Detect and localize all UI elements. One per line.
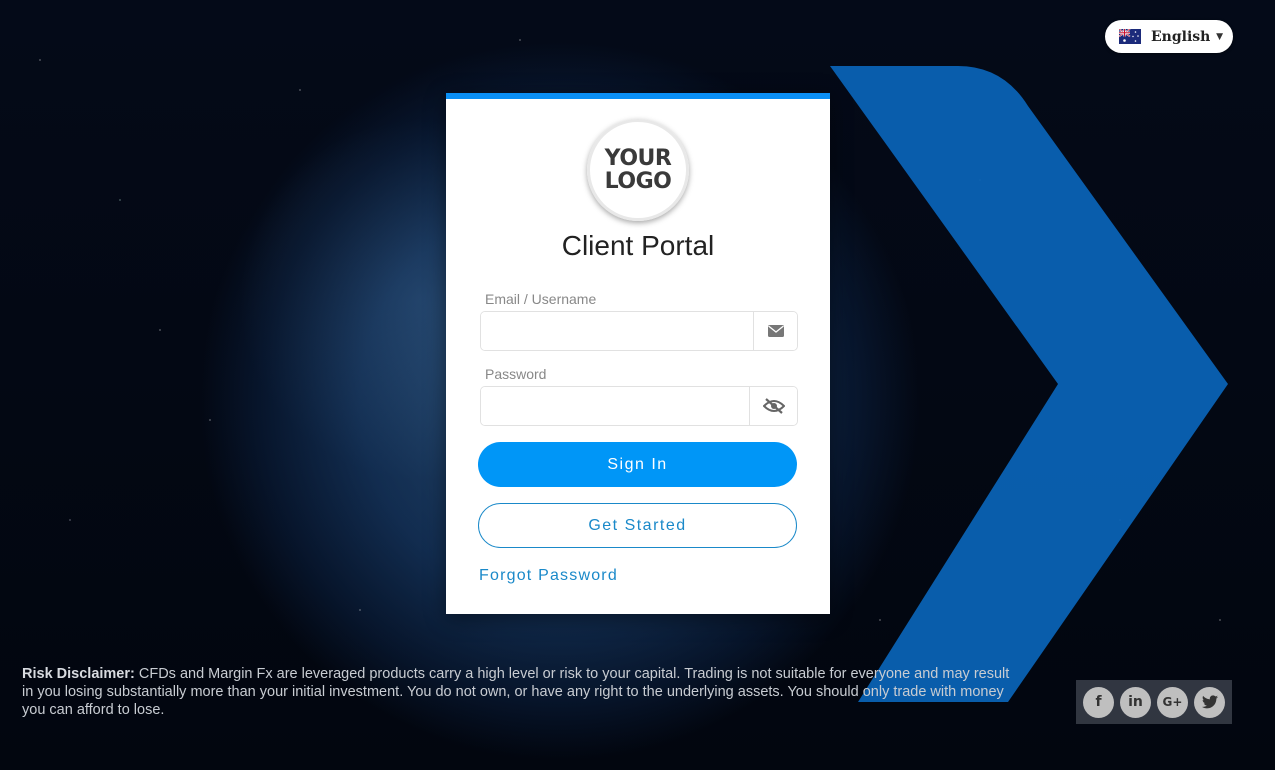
password-field[interactable] [481,387,749,425]
risk-disclaimer: Risk Disclaimer: CFDs and Margin Fx are … [22,665,1022,719]
get-started-button[interactable]: Get Started [478,503,797,548]
google-plus-icon[interactable]: G+ [1157,686,1188,718]
facebook-icon[interactable]: f [1083,686,1114,718]
eye-slash-icon[interactable] [749,387,797,425]
australia-flag-icon [1118,28,1141,44]
disclaimer-text: CFDs and Margin Fx are leveraged product… [22,666,1010,718]
twitter-icon[interactable] [1194,686,1225,718]
caret-down-icon: ▼ [1216,31,1223,42]
company-logo: YOUR LOGO [587,119,689,221]
disclaimer-heading: Risk Disclaimer: [22,666,135,682]
logo-line-2: LOGO [604,169,672,194]
forgot-password-link[interactable]: Forgot Password [479,567,618,585]
envelope-icon [753,312,797,350]
sign-in-button[interactable]: Sign In [478,442,797,487]
social-links: f in G+ [1076,680,1232,724]
language-selector[interactable]: English ▼ [1105,20,1233,53]
password-field-group [480,386,798,426]
page-title: Client Portal [561,230,715,261]
email-label: Email / Username [485,291,597,307]
email-field-group [480,311,798,351]
logo-line-1: YOUR [604,146,672,171]
chevron-decoration [830,66,1228,702]
password-label: Password [485,366,547,382]
language-label: English [1151,28,1211,45]
email-field[interactable] [481,312,753,350]
login-card: YOUR LOGO Client Portal Email / Username… [446,93,830,614]
linkedin-icon[interactable]: in [1120,686,1151,718]
